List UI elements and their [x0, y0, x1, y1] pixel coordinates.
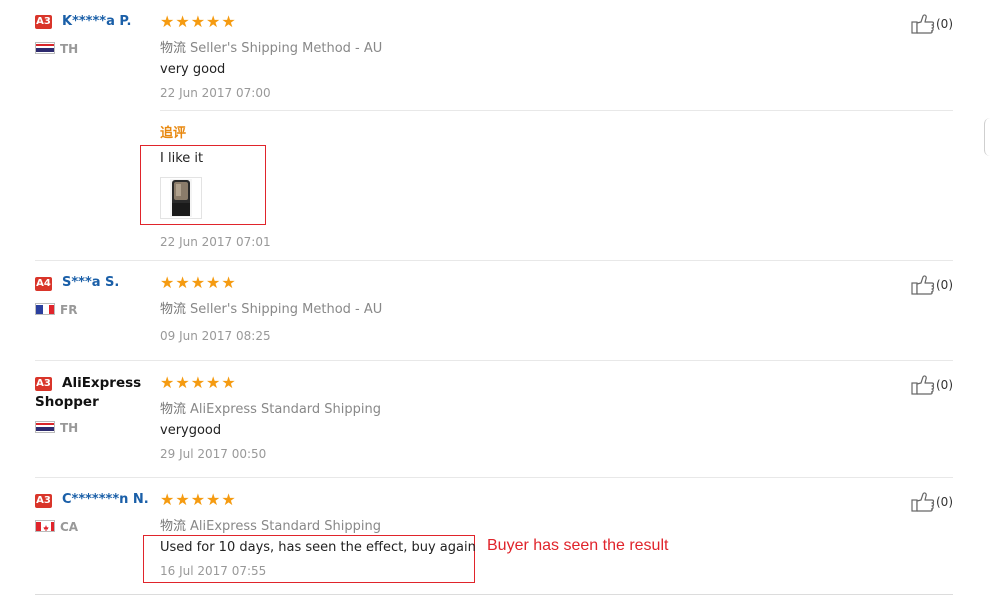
shipping-value: Seller's Shipping Method - AU [190, 41, 383, 56]
country-code: TH [60, 42, 79, 56]
star-icon: ★ [206, 373, 221, 392]
divider [35, 594, 953, 595]
thumbs-up-icon [911, 14, 935, 34]
buyer-level-badge: A4 [35, 277, 52, 291]
buyer-name[interactable]: K*****a P. [62, 14, 131, 29]
buyer-name[interactable]: C*******n N. [62, 492, 149, 507]
helpful-count: (0) [936, 378, 953, 392]
star-icon: ★ [221, 373, 236, 392]
shipping-method: 物流 Seller's Shipping Method - AU [160, 37, 382, 56]
review-date: 09 Jun 2017 08:25 [160, 329, 271, 343]
shipping-label: 物流 [160, 302, 187, 317]
thailand-flag-icon [35, 421, 55, 433]
thumbs-up-icon [911, 275, 935, 295]
shipping-label: 物流 [160, 519, 187, 534]
star-icon: ★ [190, 373, 206, 392]
star-icon: ★ [206, 12, 221, 31]
star-icon: ★ [160, 490, 175, 509]
additional-feedback-date: 22 Jun 2017 07:01 [160, 235, 271, 249]
annotation-note: Buyer has seen the result [487, 537, 669, 554]
helpful-count: (0) [936, 17, 953, 31]
divider [35, 360, 953, 361]
star-icon: ★ [206, 490, 221, 509]
helpful-button[interactable]: (0) [911, 275, 953, 295]
star-icon: ★ [221, 12, 236, 31]
star-icon: ★ [190, 490, 206, 509]
buyer-name[interactable]: AliExpress Shopper [35, 374, 145, 412]
review-date: 16 Jul 2017 07:55 [160, 564, 267, 578]
thumbs-up-icon [911, 492, 935, 512]
buyer-name[interactable]: S***a S. [62, 275, 119, 290]
star-icon: ★ [175, 490, 190, 509]
country-code: CA [60, 520, 79, 534]
divider [35, 260, 953, 261]
review-date: 29 Jul 2017 00:50 [160, 447, 267, 461]
scroll-handle[interactable] [984, 118, 990, 156]
divider [35, 477, 953, 478]
buyer-level-badge: A3 [35, 15, 52, 29]
thailand-flag-icon [35, 42, 55, 54]
helpful-count: (0) [936, 495, 953, 509]
star-rating: ★ ★ ★ ★ ★ [160, 492, 236, 508]
shipping-value: Seller's Shipping Method - AU [190, 302, 383, 317]
review-text: verygood [160, 423, 222, 438]
thumbs-up-icon [911, 375, 935, 395]
helpful-button[interactable]: (0) [911, 14, 953, 34]
star-icon: ★ [160, 273, 175, 292]
country-code: FR [60, 303, 78, 317]
star-rating: ★ ★ ★ ★ ★ [160, 275, 236, 291]
buyer-level-badge: A3 [35, 494, 52, 508]
helpful-count: (0) [936, 278, 953, 292]
shipping-method: 物流 AliExpress Standard Shipping [160, 398, 381, 417]
shipping-method: 物流 AliExpress Standard Shipping [160, 515, 381, 534]
review-photo-thumbnail[interactable] [160, 177, 202, 219]
helpful-button[interactable]: (0) [911, 375, 953, 395]
star-icon: ★ [206, 273, 221, 292]
helpful-button[interactable]: (0) [911, 492, 953, 512]
review-text: Used for 10 days, has seen the effect, b… [160, 540, 476, 555]
star-icon: ★ [175, 12, 190, 31]
canada-flag-icon [35, 520, 55, 532]
star-rating: ★ ★ ★ ★ ★ [160, 375, 236, 391]
shipping-method: 物流 Seller's Shipping Method - AU [160, 298, 382, 317]
additional-feedback-text: I like it [160, 151, 204, 166]
star-icon: ★ [190, 273, 206, 292]
shipping-value: AliExpress Standard Shipping [190, 402, 382, 417]
star-rating: ★ ★ ★ ★ ★ [160, 14, 236, 30]
review-date: 22 Jun 2017 07:00 [160, 86, 271, 100]
star-icon: ★ [221, 490, 236, 509]
star-icon: ★ [190, 12, 206, 31]
star-icon: ★ [175, 373, 190, 392]
review-text: very good [160, 62, 226, 77]
shipping-label: 物流 [160, 41, 187, 56]
shipping-value: AliExpress Standard Shipping [190, 519, 382, 534]
star-icon: ★ [160, 12, 175, 31]
country-code: TH [60, 421, 79, 435]
france-flag-icon [35, 303, 55, 315]
shipping-label: 物流 [160, 402, 187, 417]
star-icon: ★ [160, 373, 175, 392]
divider [160, 110, 953, 111]
star-icon: ★ [175, 273, 190, 292]
star-icon: ★ [221, 273, 236, 292]
additional-feedback-label: 追评 [160, 126, 187, 141]
